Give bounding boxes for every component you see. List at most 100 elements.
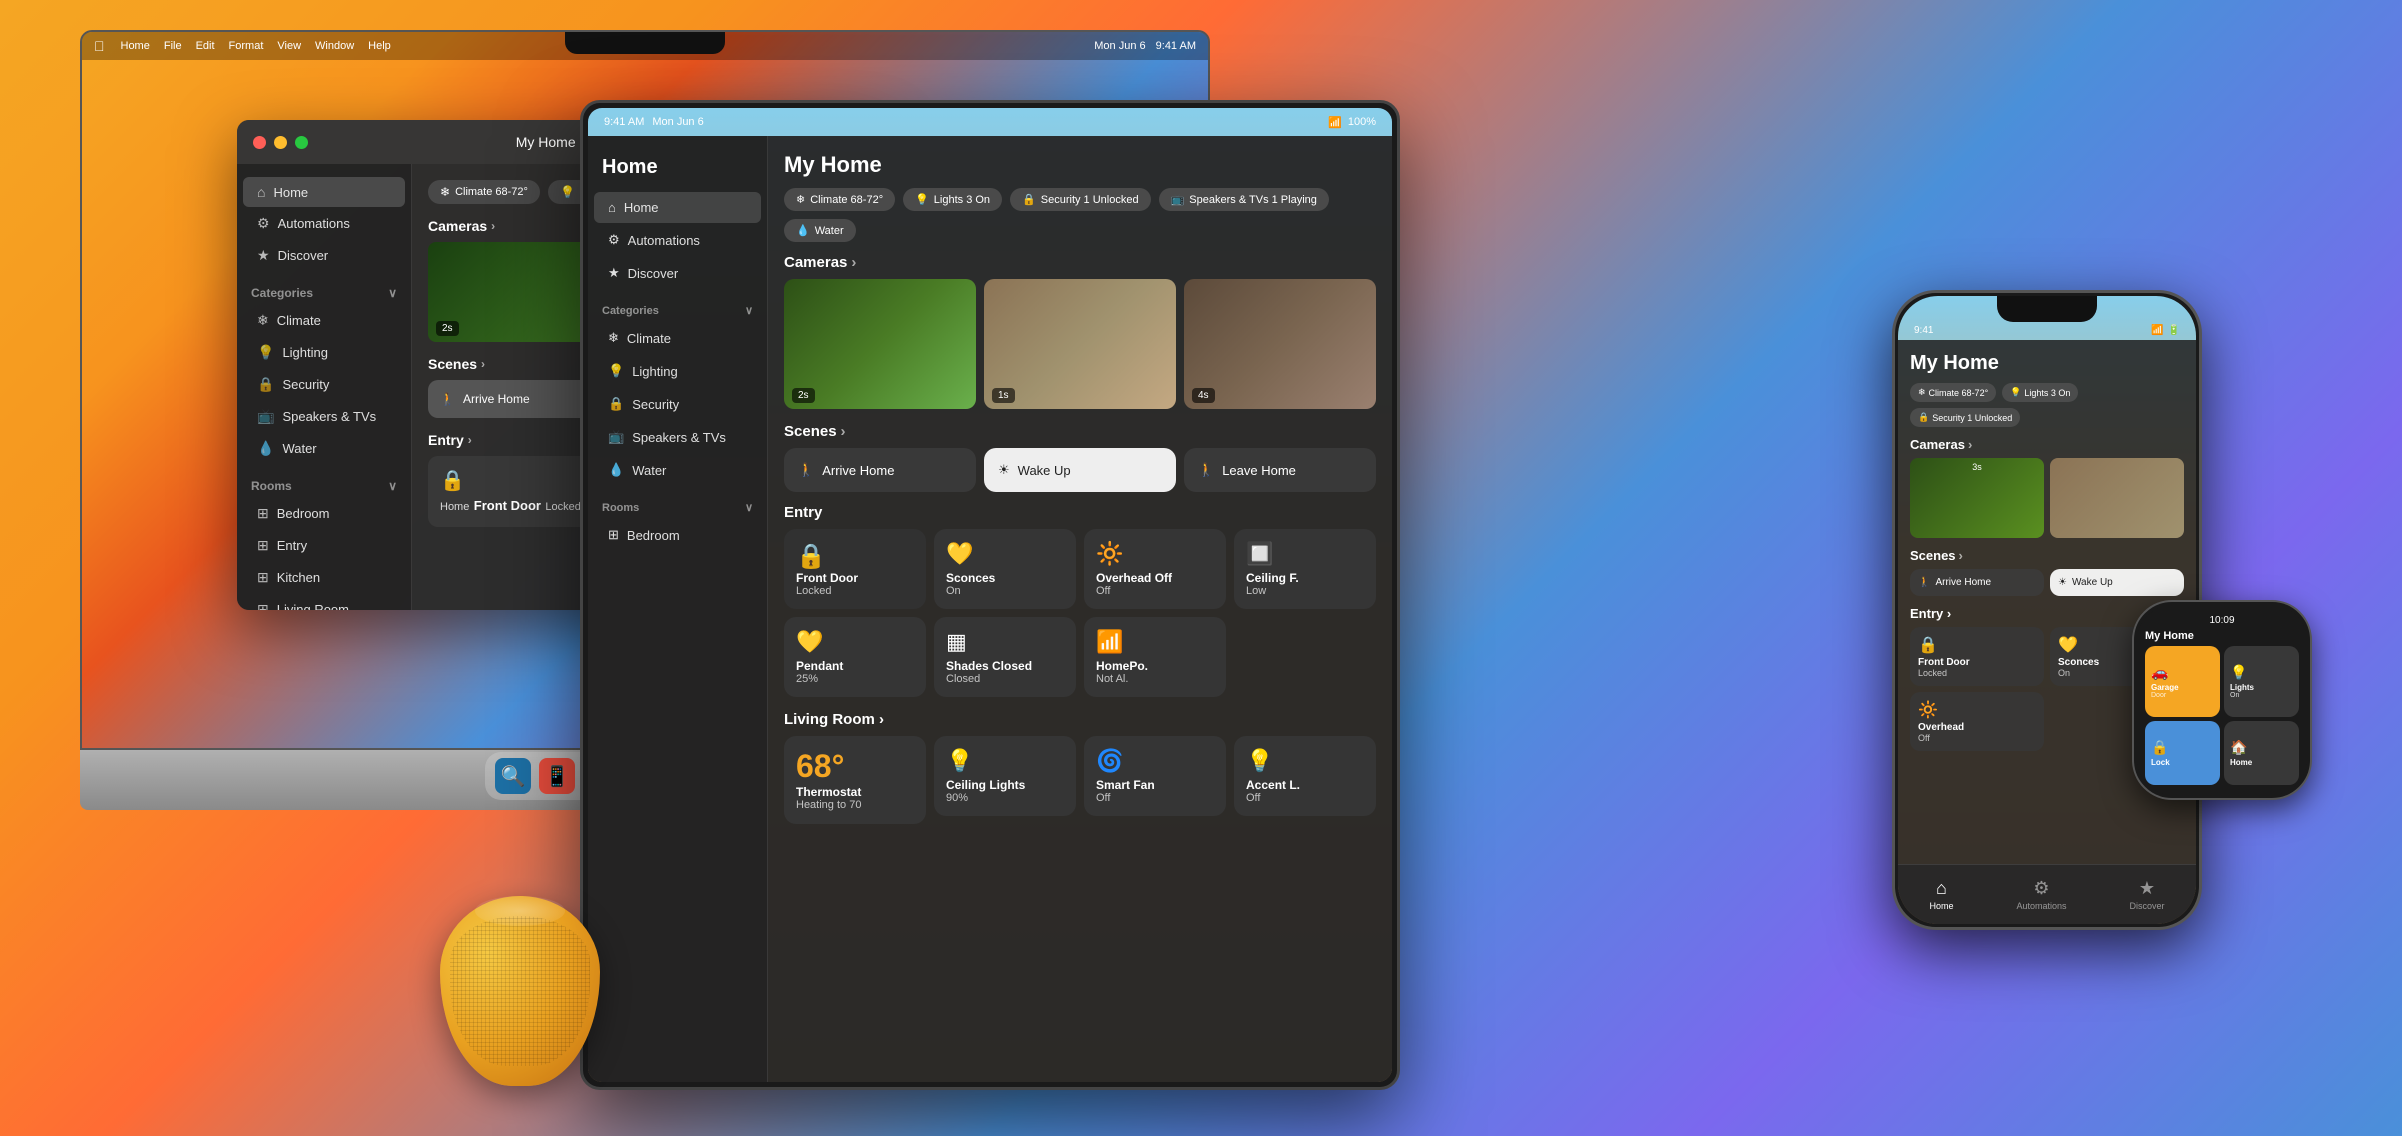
ipad-leave-home-scene[interactable]: 🚶 Leave Home [1184, 448, 1376, 492]
watch-lights-card[interactable]: 💡 Lights On [2224, 646, 2299, 717]
iphone-scenes-chevron[interactable]: › [1959, 548, 1963, 563]
ipad-sidebar-home[interactable]: ⌂ Home [594, 192, 761, 223]
entry-chevron[interactable]: › [468, 433, 472, 447]
ipad-overhead-card[interactable]: 🔆 Overhead Off Off [1084, 529, 1226, 609]
iphone-wakeup-scene[interactable]: ☀ Wake Up [2050, 569, 2184, 596]
ipad-front-door-card[interactable]: 🔒 Front Door Locked [784, 529, 926, 609]
menu-window[interactable]: Window [315, 40, 354, 52]
entry-icon: ⊞ [257, 537, 269, 554]
categories-collapse-icon[interactable]: ∨ [388, 286, 397, 300]
ipad-entry-title: Entry [784, 504, 1376, 521]
ipad-fan-card[interactable]: 🌀 Smart Fan Off [1084, 736, 1226, 816]
ipad-climate-chip[interactable]: ❄ Climate 68-72° [784, 188, 895, 211]
sidebar-item-speakers[interactable]: 📺 Speakers & TVs [243, 401, 405, 432]
ipad-homepod-card[interactable]: 📶 HomePo. Not Al. [1084, 617, 1226, 697]
ipad-lights-chip[interactable]: 💡 Lights 3 On [903, 188, 1002, 211]
watch-garage-value: Door [2151, 692, 2166, 699]
ipad-shades-card[interactable]: ▦ Shades Closed Closed [934, 617, 1076, 697]
iphone-cameras-chevron[interactable]: › [1968, 437, 1972, 452]
iphone-tab-discover[interactable]: ★ Discover [2129, 878, 2164, 911]
cameras-chevron[interactable]: › [491, 219, 495, 233]
kitchen-icon: ⊞ [257, 569, 269, 586]
ipad-scenes-chevron[interactable]: › [841, 423, 846, 440]
sidebar-item-living-room[interactable]: ⊞ Living Room [243, 594, 405, 610]
close-button[interactable] [253, 136, 266, 149]
iphone-camera-1[interactable]: 3s [1910, 458, 2044, 538]
watch-lock-card[interactable]: 🔒 Lock [2145, 721, 2220, 785]
ipad-water-chip[interactable]: 💧 Water [784, 219, 856, 242]
ipad-sidebar-speakers[interactable]: 📺 Speakers & TVs [594, 421, 761, 453]
iphone-climate-chip[interactable]: ❄ Climate 68-72° [1910, 383, 1996, 402]
sidebar-speakers-label: Speakers & TVs [282, 409, 376, 424]
iphone-front-door-card[interactable]: 🔒 Front Door Locked [1910, 627, 2044, 686]
ipad-sidebar-security[interactable]: 🔒 Security [594, 388, 761, 420]
watch-home-card[interactable]: 🏠 Home [2224, 721, 2299, 785]
ipad-speakers-chip[interactable]: 📺 Speakers & TVs 1 Playing [1159, 188, 1329, 211]
climate-chip[interactable]: ❄ Climate 68-72° [428, 180, 540, 204]
ipad-sidebar-bedroom[interactable]: ⊞ Bedroom [594, 519, 761, 551]
ipad-sidebar-climate[interactable]: ❄ Climate [594, 322, 761, 354]
ipad-cameras-chevron[interactable]: › [851, 254, 856, 271]
ipad-leave-icon: 🚶 [1198, 462, 1214, 478]
sidebar-item-lighting[interactable]: 💡 Lighting [243, 337, 405, 368]
ipad-rooms-chevron[interactable]: ∨ [745, 501, 753, 514]
ipad-camera-3-time: 4s [1192, 388, 1215, 403]
ipad-pendant-card[interactable]: 💛 Pendant 25% [784, 617, 926, 697]
ipad-camera-3[interactable]: 4s [1184, 279, 1376, 409]
fullscreen-button[interactable] [295, 136, 308, 149]
iphone-tab-home[interactable]: ⌂ Home [1929, 878, 1953, 911]
menu-view[interactable]: View [277, 40, 301, 52]
sidebar-item-security[interactable]: 🔒 Security [243, 369, 405, 400]
sidebar-item-kitchen[interactable]: ⊞ Kitchen [243, 562, 405, 593]
ipad-ceiling-lights-card[interactable]: 💡 Ceiling Lights 90% [934, 736, 1076, 816]
menu-edit[interactable]: Edit [196, 40, 215, 52]
ipad-thermostat-card[interactable]: 68° Thermostat Heating to 70 [784, 736, 926, 824]
sidebar-item-entry[interactable]: ⊞ Entry [243, 530, 405, 561]
ipad-camera-2-time: 1s [992, 388, 1015, 403]
ipad-accent-card[interactable]: 💡 Accent L. Off [1234, 736, 1376, 816]
ipad-camera-2[interactable]: 1s [984, 279, 1176, 409]
scenes-chevron[interactable]: › [481, 357, 485, 371]
iphone-lights-chip[interactable]: 💡 Lights 3 On [2002, 383, 2078, 402]
sidebar-item-automations[interactable]: ⚙ Automations [243, 208, 405, 239]
iphone-overhead-card[interactable]: 🔆 Overhead Off [1910, 692, 2044, 751]
ipad-climate-chip-icon: ❄ [796, 193, 805, 206]
iphone-security-chip[interactable]: 🔒 Security 1 Unlocked [1910, 408, 2020, 427]
categories-section-header: Categories ∨ [237, 272, 411, 304]
sidebar-security-label: Security [282, 377, 329, 392]
ipad-fan-status: Off [1096, 792, 1214, 804]
sidebar-item-water[interactable]: 💧 Water [243, 433, 405, 464]
menu-format[interactable]: Format [229, 40, 264, 52]
ipad-sconces-card[interactable]: 💛 Sconces On [934, 529, 1076, 609]
sidebar-item-bedroom[interactable]: ⊞ Bedroom [243, 498, 405, 529]
ipad-sidebar-discover[interactable]: ★ Discover [594, 257, 761, 289]
ipad-categories-chevron[interactable]: ∨ [745, 304, 753, 317]
sidebar-item-climate[interactable]: ❄ Climate [243, 305, 405, 336]
iphone-camera-2[interactable] [2050, 458, 2184, 538]
ipad-wake-up-scene[interactable]: ☀ Wake Up [984, 448, 1176, 492]
ipad-ceiling-card[interactable]: 🔲 Ceiling F. Low [1234, 529, 1376, 609]
rooms-collapse-icon[interactable]: ∨ [388, 479, 397, 493]
ipad-sidebar-lighting[interactable]: 💡 Lighting [594, 355, 761, 387]
ipad-homepod-icon: 📶 [1096, 629, 1214, 655]
menu-home[interactable]: Home [121, 40, 150, 52]
sidebar-item-home[interactable]: ⌂ Home [243, 177, 405, 207]
sidebar-kitchen-label: Kitchen [277, 570, 320, 585]
iphone-arrive-scene[interactable]: 🚶 Arrive Home [1910, 569, 2044, 596]
menu-file[interactable]: File [164, 40, 182, 52]
menubar-time: 9:41 AM [1156, 40, 1196, 52]
menu-help[interactable]: Help [368, 40, 391, 52]
iphone-tab-automations[interactable]: ⚙ Automations [2016, 878, 2066, 911]
ipad-security-chip[interactable]: 🔒 Security 1 Unlocked [1010, 188, 1151, 211]
dock-launchpad[interactable]: 📱 [539, 758, 575, 794]
ipad-arrive-home-scene[interactable]: 🚶 Arrive Home [784, 448, 976, 492]
minimize-button[interactable] [274, 136, 287, 149]
sidebar-item-discover[interactable]: ★ Discover [243, 240, 405, 271]
ipad-security-chip-icon: 🔒 [1022, 193, 1036, 206]
watch-garage-card[interactable]: 🚗 Garage Door [2145, 646, 2220, 717]
dock-finder[interactable]: 🔍 [495, 758, 531, 794]
ipad-camera-1[interactable]: 2s [784, 279, 976, 409]
ipad-sidebar-automations[interactable]: ⚙ Automations [594, 224, 761, 256]
ipad-sidebar-water[interactable]: 💧 Water [594, 454, 761, 486]
iphone-wakeup-icon: ☀ [2058, 577, 2067, 588]
